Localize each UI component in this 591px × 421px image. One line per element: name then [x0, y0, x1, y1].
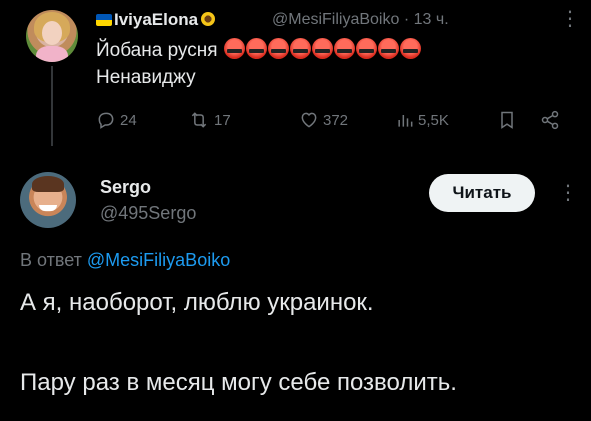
angry-face-icon	[377, 38, 399, 59]
reply-context: В ответ @MesiFiliyaBoiko	[20, 250, 230, 271]
author-display-name[interactable]: Sergo	[100, 177, 151, 198]
ukraine-flag-icon	[96, 14, 112, 26]
parent-handle[interactable]: @MesiFiliyaBoiko	[272, 11, 399, 28]
avatar-body	[36, 46, 68, 62]
angry-face-icon	[355, 38, 377, 59]
repost-icon	[191, 112, 207, 128]
parent-tweet-text: Йобана русня Ненавиджу	[96, 38, 422, 90]
thread-line	[51, 66, 53, 146]
angry-face-icon	[223, 38, 245, 59]
avatar-hair	[32, 176, 64, 192]
bookmark-icon	[501, 111, 513, 129]
reply-mention-link[interactable]: @MesiFiliyaBoiko	[87, 250, 230, 270]
views-count: 5,5K	[418, 111, 449, 129]
parent-avatar[interactable]	[26, 10, 78, 62]
bookmark-button[interactable]	[498, 110, 516, 130]
views-button[interactable]: 5,5K	[396, 110, 449, 130]
avatar-smile	[39, 205, 57, 211]
parent-text-line2: Ненавиджу	[96, 67, 196, 88]
views-chart-icon	[398, 115, 413, 127]
reply-icon	[98, 112, 114, 129]
author-avatar[interactable]	[20, 172, 76, 228]
tweet-text-line1: А я, наоборот, люблю украинок.	[20, 289, 374, 316]
parent-handle-time: @MesiFiliyaBoiko · 13 ч.	[272, 11, 449, 29]
parent-text-line1: Йобана русня	[96, 40, 218, 61]
angry-face-icon	[267, 38, 289, 59]
more-options-icon[interactable]: ⋮	[560, 6, 580, 31]
repost-count: 17	[214, 111, 231, 129]
share-icon	[541, 110, 559, 130]
parent-name-text: IviyaElona	[114, 10, 199, 29]
heart-icon	[301, 112, 317, 128]
repost-button[interactable]: 17	[188, 110, 231, 130]
parent-display-name[interactable]: IviyaElona	[96, 10, 216, 30]
avatar-face	[42, 21, 62, 45]
share-button[interactable]	[540, 110, 560, 130]
angry-face-icon	[311, 38, 333, 59]
parent-action-bar: 24 17 372 5,5K	[96, 110, 576, 134]
angry-face-icon	[289, 38, 311, 59]
like-button[interactable]: 372	[299, 110, 348, 130]
parent-timestamp[interactable]: 13 ч.	[414, 11, 449, 28]
author-handle[interactable]: @495Sergo	[100, 203, 196, 224]
sunflower-icon	[201, 12, 216, 26]
more-options-icon[interactable]: ⋮	[558, 180, 578, 205]
reply-prefix: В ответ	[20, 250, 82, 270]
tweet-text-line2: Пару раз в месяц могу себе позволить.	[20, 369, 457, 396]
reply-count: 24	[120, 111, 137, 129]
reply-button[interactable]: 24	[96, 110, 137, 130]
angry-face-icon	[245, 38, 267, 59]
angry-face-icon	[399, 38, 421, 59]
like-count: 372	[323, 111, 349, 129]
angry-face-icon	[333, 38, 355, 59]
separator-dot: ·	[403, 11, 410, 28]
follow-button[interactable]: Читать	[429, 174, 535, 212]
angry-emoji-row	[223, 38, 422, 66]
